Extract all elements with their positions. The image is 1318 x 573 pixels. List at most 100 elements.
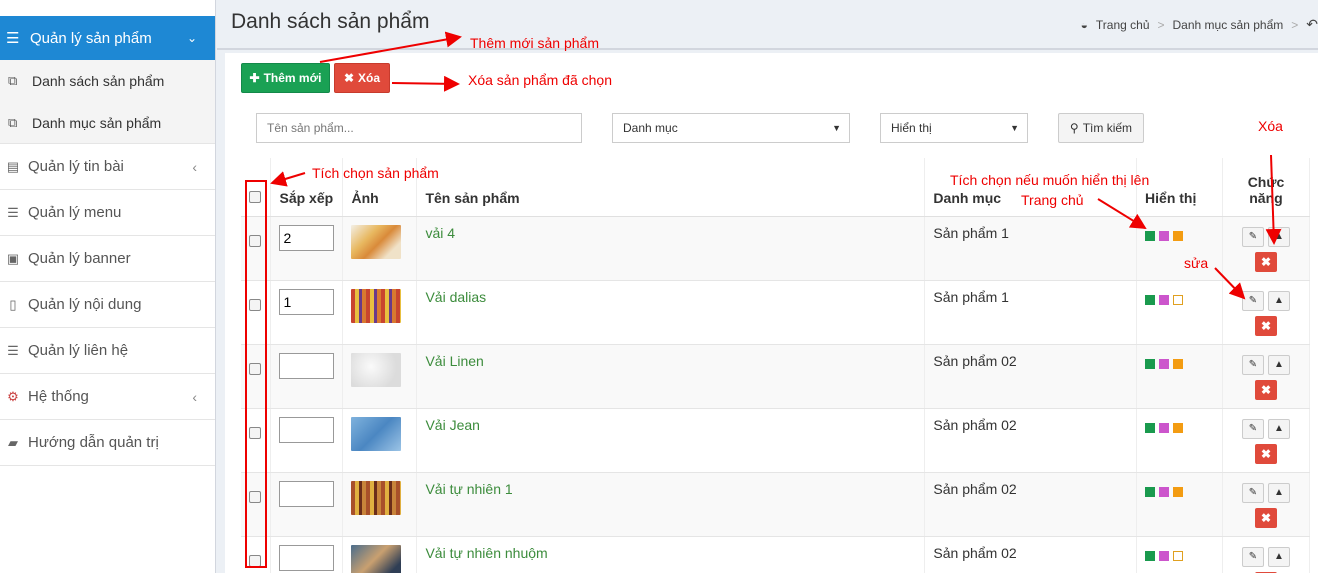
delete-row-button[interactable]: ✖ bbox=[1254, 315, 1277, 336]
row-actions-cell: ✎ ▲ ✖ bbox=[1222, 472, 1311, 537]
header-actions: Chức năng bbox=[1222, 158, 1311, 217]
display-flag-toggle[interactable] bbox=[1145, 294, 1156, 305]
edit-button[interactable]: ✎ bbox=[1241, 418, 1264, 439]
display-flag-toggle[interactable] bbox=[1173, 550, 1184, 561]
edit-button[interactable]: ✎ bbox=[1241, 226, 1264, 247]
sort-order-input[interactable] bbox=[279, 352, 335, 379]
file-icon: ▯ bbox=[9, 296, 17, 312]
caret-down-icon: ▼ bbox=[1010, 123, 1019, 133]
annotation-home-line2: Trang chủ bbox=[1021, 192, 1084, 208]
display-select[interactable]: Hiển thị ▼ bbox=[880, 113, 1028, 143]
sidebar-subitem-product-list[interactable]: ⧉ Danh sách sản phẩm bbox=[0, 60, 215, 102]
product-name-input[interactable]: Tên sản phẩm... bbox=[256, 113, 582, 143]
display-flag-toggle[interactable] bbox=[1145, 422, 1156, 433]
display-flag-toggle[interactable] bbox=[1173, 486, 1184, 497]
sidebar-item-news[interactable]: ▤ Quản lý tin bài ‹ bbox=[0, 144, 215, 190]
display-flag-toggle[interactable] bbox=[1173, 358, 1184, 369]
checkbox-highlight-box bbox=[245, 180, 267, 568]
edit-button[interactable]: ✎ bbox=[1241, 482, 1264, 503]
pencil-icon: ✎ bbox=[1248, 423, 1258, 434]
image-button[interactable]: ▲ bbox=[1267, 354, 1290, 375]
row-category-cell: Sản phẩm 02 bbox=[924, 344, 1138, 409]
display-flag-toggle[interactable] bbox=[1159, 422, 1170, 433]
sidebar-item-label: Hướng dẫn quản trị bbox=[28, 434, 159, 451]
sort-order-input[interactable]: 2 bbox=[279, 224, 335, 251]
product-name-link[interactable]: Vải Linen bbox=[425, 353, 483, 369]
display-flag-toggle[interactable] bbox=[1159, 358, 1170, 369]
edit-button[interactable]: ✎ bbox=[1241, 290, 1264, 311]
search-button[interactable]: ⚲ Tìm kiếm bbox=[1058, 113, 1144, 143]
product-name-link[interactable]: Vải dalias bbox=[425, 289, 486, 305]
display-flag-toggle[interactable] bbox=[1145, 230, 1156, 241]
product-thumbnail bbox=[351, 544, 402, 573]
sort-order-input[interactable] bbox=[279, 480, 335, 507]
breadcrumb-category[interactable]: Danh mục sản phẩm bbox=[1173, 18, 1284, 32]
image-icon: ▣ bbox=[6, 250, 20, 266]
breadcrumb-separator: > bbox=[1291, 17, 1299, 32]
sidebar-item-products[interactable]: ☰ Quản lý sản phẩm ⌄ bbox=[0, 16, 215, 60]
product-category: Sản phẩm 02 bbox=[933, 544, 1017, 561]
row-sort-cell bbox=[270, 536, 344, 573]
sidebar-subitem-product-category[interactable]: ⧉ Danh mục sản phẩm bbox=[0, 102, 215, 144]
picture-icon: ▲ bbox=[1274, 551, 1284, 562]
action-buttons: ✎ ▲ bbox=[1231, 226, 1301, 247]
table-row: 1 Vải dalias Sản phẩm 1 ✎ ▲ ✖ bbox=[241, 280, 1311, 345]
image-button[interactable]: ▲ bbox=[1267, 418, 1290, 439]
display-select-value: Hiển thị bbox=[891, 121, 932, 135]
product-name-link[interactable]: vải 4 bbox=[425, 225, 455, 241]
display-flag-toggle[interactable] bbox=[1159, 230, 1170, 241]
image-button[interactable]: ▲ bbox=[1267, 226, 1290, 247]
add-button[interactable]: ✚ Thêm mới bbox=[241, 63, 330, 93]
delete-row-button[interactable]: ✖ bbox=[1254, 443, 1277, 464]
display-flag-toggle[interactable] bbox=[1159, 294, 1170, 305]
sidebar-item-content[interactable]: ▯ Quản lý nội dung bbox=[0, 282, 215, 328]
row-image-cell bbox=[342, 408, 418, 473]
sort-order-input[interactable] bbox=[279, 416, 335, 443]
image-button[interactable]: ▲ bbox=[1267, 290, 1290, 311]
row-display-cell bbox=[1136, 408, 1223, 473]
product-name-link[interactable]: Vải tự nhiên nhuộm bbox=[425, 545, 547, 561]
display-flag-toggle[interactable] bbox=[1145, 550, 1156, 561]
display-flag-toggle[interactable] bbox=[1145, 358, 1156, 369]
delete-row-button[interactable]: ✖ bbox=[1254, 507, 1277, 528]
delete-row-button[interactable]: ✖ bbox=[1254, 251, 1277, 272]
display-flag-toggle[interactable] bbox=[1145, 486, 1156, 497]
sidebar-item-contact[interactable]: ☰ Quản lý liên hệ bbox=[0, 328, 215, 374]
close-icon: ✖ bbox=[1260, 446, 1272, 461]
row-category-cell: Sản phẩm 1 bbox=[924, 216, 1138, 281]
breadcrumb-home[interactable]: Trang chủ bbox=[1096, 18, 1150, 32]
copy-icon: ⧉ bbox=[8, 73, 18, 88]
display-flag-toggle[interactable] bbox=[1159, 486, 1170, 497]
annotation-delete-selected: Xóa sản phẩm đã chọn bbox=[468, 72, 612, 88]
image-button[interactable]: ▲ bbox=[1267, 546, 1290, 567]
edit-button[interactable]: ✎ bbox=[1241, 354, 1264, 375]
plus-icon: ✚ bbox=[249, 71, 260, 85]
delete-selected-button[interactable]: ✖ Xóa bbox=[334, 63, 390, 93]
back-icon[interactable]: ↶ bbox=[1306, 16, 1318, 33]
pencil-icon: ✎ bbox=[1248, 487, 1258, 498]
annotation-select: Tích chọn sản phẩm bbox=[312, 165, 439, 181]
page-header: Danh sách sản phẩm ◒ Trang chủ > Danh mụ… bbox=[217, 0, 1318, 50]
display-flag-toggle[interactable] bbox=[1159, 550, 1170, 561]
product-name-link[interactable]: Vải Jean bbox=[425, 417, 479, 433]
delete-row-button[interactable]: ✖ bbox=[1254, 379, 1277, 400]
sort-order-input[interactable]: 1 bbox=[279, 288, 335, 315]
sidebar-item-system[interactable]: ⚙ Hệ thống ‹ bbox=[0, 374, 215, 420]
sidebar-item-banner[interactable]: ▣ Quản lý banner bbox=[0, 236, 215, 282]
sort-order-input[interactable] bbox=[279, 544, 335, 571]
edit-button[interactable]: ✎ bbox=[1241, 546, 1264, 567]
sidebar-item-guide[interactable]: ▰ Hướng dẫn quản trị bbox=[0, 420, 215, 466]
image-button[interactable]: ▲ bbox=[1267, 482, 1290, 503]
sidebar-item-menu[interactable]: ☰ Quản lý menu bbox=[0, 190, 215, 236]
product-name-link[interactable]: Vải tự nhiên 1 bbox=[425, 481, 512, 497]
chevron-left-icon: ‹ bbox=[192, 158, 197, 175]
display-flag-toggle[interactable] bbox=[1173, 230, 1184, 241]
row-category-cell: Sản phẩm 02 bbox=[924, 472, 1138, 537]
category-select[interactable]: Danh mục ▼ bbox=[612, 113, 850, 143]
sidebar-item-label: Quản lý tin bài bbox=[28, 158, 124, 175]
display-flag-toggle[interactable] bbox=[1173, 294, 1184, 305]
display-flags bbox=[1145, 230, 1214, 241]
row-image-cell bbox=[342, 280, 418, 345]
row-sort-cell bbox=[270, 344, 344, 409]
display-flag-toggle[interactable] bbox=[1173, 422, 1184, 433]
